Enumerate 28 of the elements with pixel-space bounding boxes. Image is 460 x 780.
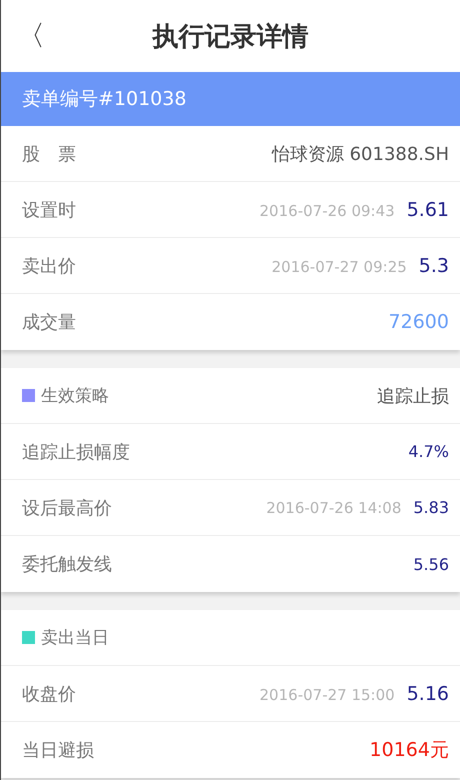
row-label: 追踪止损幅度 [22, 440, 130, 464]
timestamp: 2016-07-26 09:43 [260, 202, 395, 220]
section-heading: 卖出当日 [41, 627, 109, 649]
row-value: 5.3 [418, 254, 449, 276]
row-label: 委托触发线 [22, 553, 112, 576]
timestamp: 2016-07-27 15:00 [260, 686, 395, 704]
row-label: 卖出价 [22, 254, 76, 278]
page-title: 执行记录详情 [150, 20, 310, 54]
row-label: 股 票 [22, 142, 76, 166]
row-label: 收盘价 [22, 682, 76, 706]
row-value: 5.61 [406, 198, 449, 220]
row-value: 怡球资源 601388.SH [272, 142, 449, 166]
row-value: 72600 [388, 311, 449, 333]
timestamp: 2016-07-27 09:25 [272, 258, 407, 276]
row-label: 设后最高价 [22, 496, 112, 520]
row-value: 10164元 [370, 738, 449, 763]
timestamp: 2016-07-26 14:08 [266, 499, 402, 517]
back-button[interactable]: 〈 [17, 17, 57, 55]
row-value: 5.16 [406, 682, 449, 704]
row-value: 5.56 [413, 554, 449, 574]
row-value: 4.7% [408, 442, 449, 461]
row-label: 设置时 [22, 198, 76, 222]
strategy-value: 追踪止损 [377, 384, 449, 408]
row-label: 当日避损 [22, 739, 94, 762]
row-label: 成交量 [22, 311, 76, 334]
order-number-bar: 卖单编号#101038 [1, 72, 460, 126]
section-heading: 生效策略 [41, 385, 109, 407]
row-value: 5.83 [413, 498, 449, 517]
